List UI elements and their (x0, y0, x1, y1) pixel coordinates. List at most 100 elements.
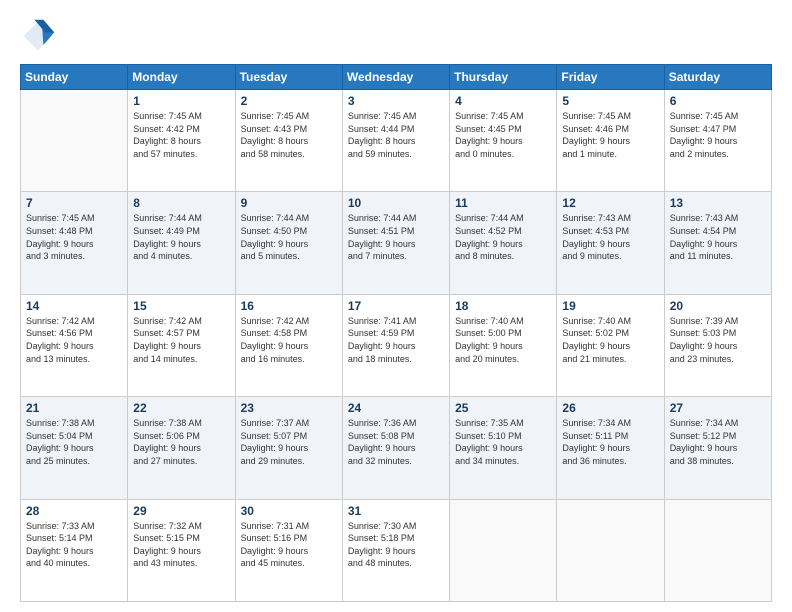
day-number: 15 (133, 299, 229, 313)
calendar-cell: 24 Sunrise: 7:36 AM Sunset: 5:08 PM Dayli… (342, 397, 449, 499)
day-number: 5 (562, 94, 658, 108)
day-number: 23 (241, 401, 337, 415)
day-number: 16 (241, 299, 337, 313)
week-row-5: 28 Sunrise: 7:33 AM Sunset: 5:14 PM Dayli… (21, 499, 772, 601)
calendar-cell: 25Sunrise: 7:35 AM Sunset: 5:10 PM Dayli… (450, 397, 557, 499)
calendar-cell: 28 Sunrise: 7:33 AM Sunset: 5:14 PM Dayli… (21, 499, 128, 601)
day-info: Sunrise: 7:31 AM Sunset: 5:16 PM Dayligh… (241, 520, 337, 570)
day-number: 1 (133, 94, 229, 108)
calendar-cell: 30 Sunrise: 7:31 AM Sunset: 5:16 PM Dayli… (235, 499, 342, 601)
day-info: Sunrise: 7:45 AM Sunset: 4:46 PM Dayligh… (562, 110, 658, 160)
day-number: 28 (26, 504, 122, 518)
day-info: Sunrise: 7:42 AM Sunset: 4:58 PM Dayligh… (241, 315, 337, 365)
weekday-monday: Monday (128, 65, 235, 90)
day-info: Sunrise: 7:30 AM Sunset: 5:18 PM Dayligh… (348, 520, 444, 570)
day-number: 6 (670, 94, 766, 108)
calendar-cell: 7 Sunrise: 7:45 AM Sunset: 4:48 PM Daylig… (21, 192, 128, 294)
day-info: Sunrise: 7:45 AM Sunset: 4:44 PM Dayligh… (348, 110, 444, 160)
week-row-2: 7 Sunrise: 7:45 AM Sunset: 4:48 PM Daylig… (21, 192, 772, 294)
day-info: Sunrise: 7:45 AM Sunset: 4:45 PM Dayligh… (455, 110, 551, 160)
day-number: 27 (670, 401, 766, 415)
calendar-cell (664, 499, 771, 601)
calendar-cell (450, 499, 557, 601)
day-info: Sunrise: 7:40 AM Sunset: 5:02 PM Dayligh… (562, 315, 658, 365)
day-number: 13 (670, 196, 766, 210)
day-info: Sunrise: 7:44 AM Sunset: 4:51 PM Dayligh… (348, 212, 444, 262)
weekday-sunday: Sunday (21, 65, 128, 90)
day-number: 22 (133, 401, 229, 415)
day-number: 14 (26, 299, 122, 313)
weekday-thursday: Thursday (450, 65, 557, 90)
header (20, 18, 772, 54)
day-info: Sunrise: 7:40 AM Sunset: 5:00 PM Dayligh… (455, 315, 551, 365)
week-row-1: 1 Sunrise: 7:45 AM Sunset: 4:42 PM Daylig… (21, 90, 772, 192)
week-row-3: 14 Sunrise: 7:42 AM Sunset: 4:56 PM Dayli… (21, 294, 772, 396)
day-info: Sunrise: 7:38 AM Sunset: 5:06 PM Dayligh… (133, 417, 229, 467)
day-number: 4 (455, 94, 551, 108)
day-info: Sunrise: 7:33 AM Sunset: 5:14 PM Dayligh… (26, 520, 122, 570)
day-info: Sunrise: 7:36 AM Sunset: 5:08 PM Dayligh… (348, 417, 444, 467)
logo (20, 18, 60, 54)
calendar-cell: 20Sunrise: 7:39 AM Sunset: 5:03 PM Dayli… (664, 294, 771, 396)
day-info: Sunrise: 7:42 AM Sunset: 4:56 PM Dayligh… (26, 315, 122, 365)
day-info: Sunrise: 7:41 AM Sunset: 4:59 PM Dayligh… (348, 315, 444, 365)
calendar-cell: 17Sunrise: 7:41 AM Sunset: 4:59 PM Dayli… (342, 294, 449, 396)
calendar-cell: 19Sunrise: 7:40 AM Sunset: 5:02 PM Dayli… (557, 294, 664, 396)
calendar-table: SundayMondayTuesdayWednesdayThursdayFrid… (20, 64, 772, 602)
day-info: Sunrise: 7:45 AM Sunset: 4:48 PM Dayligh… (26, 212, 122, 262)
day-number: 12 (562, 196, 658, 210)
day-number: 11 (455, 196, 551, 210)
calendar-cell: 13 Sunrise: 7:43 AM Sunset: 4:54 PM Dayli… (664, 192, 771, 294)
day-info: Sunrise: 7:43 AM Sunset: 4:54 PM Dayligh… (670, 212, 766, 262)
day-info: Sunrise: 7:34 AM Sunset: 5:11 PM Dayligh… (562, 417, 658, 467)
day-number: 3 (348, 94, 444, 108)
calendar-cell (21, 90, 128, 192)
day-number: 7 (26, 196, 122, 210)
calendar-cell: 9 Sunrise: 7:44 AM Sunset: 4:50 PM Daylig… (235, 192, 342, 294)
calendar-cell: 4 Sunrise: 7:45 AM Sunset: 4:45 PM Daylig… (450, 90, 557, 192)
weekday-wednesday: Wednesday (342, 65, 449, 90)
day-info: Sunrise: 7:42 AM Sunset: 4:57 PM Dayligh… (133, 315, 229, 365)
calendar-cell: 11 Sunrise: 7:44 AM Sunset: 4:52 PM Dayli… (450, 192, 557, 294)
calendar-cell: 8Sunrise: 7:44 AM Sunset: 4:49 PM Daylig… (128, 192, 235, 294)
weekday-saturday: Saturday (664, 65, 771, 90)
day-info: Sunrise: 7:43 AM Sunset: 4:53 PM Dayligh… (562, 212, 658, 262)
day-info: Sunrise: 7:44 AM Sunset: 4:49 PM Dayligh… (133, 212, 229, 262)
calendar-cell: 22 Sunrise: 7:38 AM Sunset: 5:06 PM Dayli… (128, 397, 235, 499)
page: SundayMondayTuesdayWednesdayThursdayFrid… (0, 0, 792, 612)
day-info: Sunrise: 7:45 AM Sunset: 4:47 PM Dayligh… (670, 110, 766, 160)
day-info: Sunrise: 7:44 AM Sunset: 4:50 PM Dayligh… (241, 212, 337, 262)
day-number: 31 (348, 504, 444, 518)
week-row-4: 21Sunrise: 7:38 AM Sunset: 5:04 PM Dayli… (21, 397, 772, 499)
day-number: 30 (241, 504, 337, 518)
day-info: Sunrise: 7:44 AM Sunset: 4:52 PM Dayligh… (455, 212, 551, 262)
calendar-cell: 3 Sunrise: 7:45 AM Sunset: 4:44 PM Daylig… (342, 90, 449, 192)
day-number: 24 (348, 401, 444, 415)
calendar-cell: 15 Sunrise: 7:42 AM Sunset: 4:57 PM Dayli… (128, 294, 235, 396)
day-number: 25 (455, 401, 551, 415)
calendar-cell (557, 499, 664, 601)
calendar-cell: 1 Sunrise: 7:45 AM Sunset: 4:42 PM Daylig… (128, 90, 235, 192)
day-number: 29 (133, 504, 229, 518)
calendar-cell: 29 Sunrise: 7:32 AM Sunset: 5:15 PM Dayli… (128, 499, 235, 601)
calendar-cell: 16 Sunrise: 7:42 AM Sunset: 4:58 PM Dayli… (235, 294, 342, 396)
day-number: 2 (241, 94, 337, 108)
calendar-cell: 2 Sunrise: 7:45 AM Sunset: 4:43 PM Daylig… (235, 90, 342, 192)
day-info: Sunrise: 7:32 AM Sunset: 5:15 PM Dayligh… (133, 520, 229, 570)
day-info: Sunrise: 7:37 AM Sunset: 5:07 PM Dayligh… (241, 417, 337, 467)
day-number: 9 (241, 196, 337, 210)
calendar-cell: 6 Sunrise: 7:45 AM Sunset: 4:47 PM Daylig… (664, 90, 771, 192)
calendar-cell: 27Sunrise: 7:34 AM Sunset: 5:12 PM Dayli… (664, 397, 771, 499)
day-number: 10 (348, 196, 444, 210)
day-info: Sunrise: 7:45 AM Sunset: 4:43 PM Dayligh… (241, 110, 337, 160)
calendar-cell: 5 Sunrise: 7:45 AM Sunset: 4:46 PM Daylig… (557, 90, 664, 192)
calendar-cell: 31 Sunrise: 7:30 AM Sunset: 5:18 PM Dayli… (342, 499, 449, 601)
day-info: Sunrise: 7:45 AM Sunset: 4:42 PM Dayligh… (133, 110, 229, 160)
calendar-cell: 14 Sunrise: 7:42 AM Sunset: 4:56 PM Dayli… (21, 294, 128, 396)
weekday-friday: Friday (557, 65, 664, 90)
day-number: 20 (670, 299, 766, 313)
calendar-cell: 10 Sunrise: 7:44 AM Sunset: 4:51 PM Dayli… (342, 192, 449, 294)
day-info: Sunrise: 7:38 AM Sunset: 5:04 PM Dayligh… (26, 417, 122, 467)
weekday-tuesday: Tuesday (235, 65, 342, 90)
weekday-header-row: SundayMondayTuesdayWednesdayThursdayFrid… (21, 65, 772, 90)
